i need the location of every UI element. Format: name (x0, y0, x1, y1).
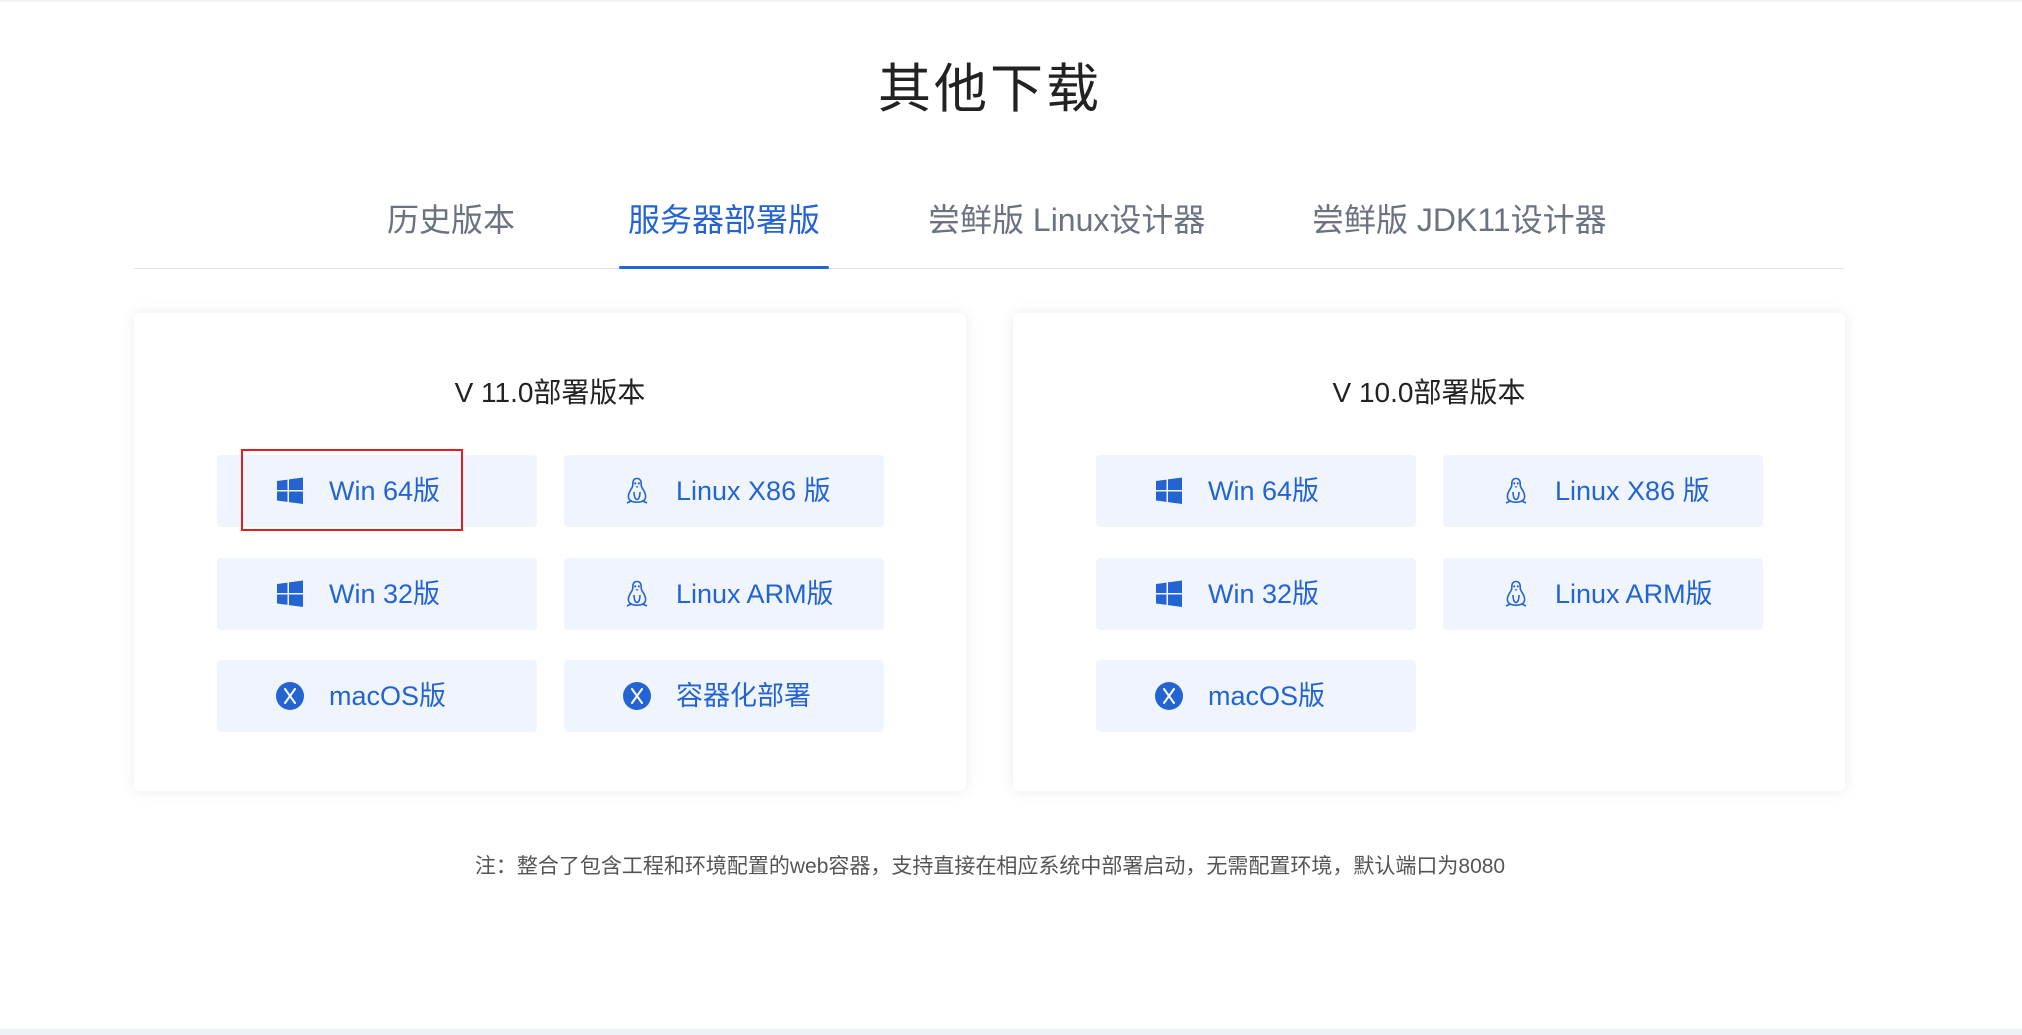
download-linux-x86-button[interactable]: Linux X86 版 (1443, 455, 1763, 527)
download-linux-x86-button[interactable]: Linux X86 版 (564, 455, 884, 527)
tab-bar: 历史版本 服务器部署版 尝鲜版 Linux设计器 尝鲜版 JDK11设计器 (134, 190, 1844, 269)
top-divider (0, 0, 2022, 2)
download-label: 容器化部署 (676, 681, 811, 711)
tab-server-deployment[interactable]: 服务器部署版 (619, 190, 830, 269)
macos-icon (1154, 681, 1184, 711)
tab-preview-jdk11-designer[interactable]: 尝鲜版 JDK11设计器 (1312, 190, 1607, 268)
download-label: Linux ARM版 (1555, 579, 1713, 609)
tab-server-deployment-label: 服务器部署版 (628, 202, 821, 238)
download-label: Win 64版 (329, 476, 441, 506)
windows-icon (275, 476, 305, 506)
tab-preview-linux-designer[interactable]: 尝鲜版 Linux设计器 (928, 190, 1205, 268)
windows-icon (1154, 579, 1184, 609)
linux-icon (622, 476, 652, 506)
download-label: Win 32版 (329, 579, 441, 609)
deployment-note: 注：整合了包含工程和环境配置的web容器，支持直接在相应系统中部署启动，无需配置… (474, 855, 1506, 878)
download-label: macOS版 (329, 681, 447, 711)
deployment-card-v11: V 11.0部署版本 Win 64版 Linux X86 版 Win 32版 L… (134, 313, 966, 791)
download-win32-button[interactable]: Win 32版 (1096, 558, 1416, 630)
deployment-card-v10: V 10.0部署版本 Win 64版 Linux X86 版 Win 32版 L… (1013, 313, 1845, 791)
page-title: 其他下载 (878, 60, 1102, 119)
download-linux-arm-button[interactable]: Linux ARM版 (564, 558, 884, 630)
download-label: macOS版 (1208, 681, 1326, 711)
download-label: Linux X86 版 (676, 476, 831, 506)
card-title-v10: V 10.0部署版本 (1332, 377, 1526, 408)
tab-history-versions[interactable]: 历史版本 (387, 190, 515, 268)
active-tab-indicator (619, 266, 830, 269)
download-label: Win 32版 (1208, 579, 1320, 609)
container-icon (622, 681, 652, 711)
card-title-v11: V 11.0部署版本 (454, 377, 646, 408)
linux-icon (622, 579, 652, 609)
macos-icon (275, 681, 305, 711)
download-container-button[interactable]: 容器化部署 (564, 660, 884, 732)
windows-icon (1154, 476, 1184, 506)
download-label: Linux X86 版 (1555, 476, 1710, 506)
download-label: Linux ARM版 (676, 579, 834, 609)
download-macos-button[interactable]: macOS版 (1096, 660, 1416, 732)
download-win32-button[interactable]: Win 32版 (217, 558, 537, 630)
linux-icon (1501, 476, 1531, 506)
download-win64-button[interactable]: Win 64版 (217, 455, 537, 527)
download-label: Win 64版 (1208, 476, 1320, 506)
bottom-band (0, 1029, 2022, 1035)
download-linux-arm-button[interactable]: Linux ARM版 (1443, 558, 1763, 630)
windows-icon (275, 579, 305, 609)
download-macos-button[interactable]: macOS版 (217, 660, 537, 732)
download-win64-button[interactable]: Win 64版 (1096, 455, 1416, 527)
linux-icon (1501, 579, 1531, 609)
